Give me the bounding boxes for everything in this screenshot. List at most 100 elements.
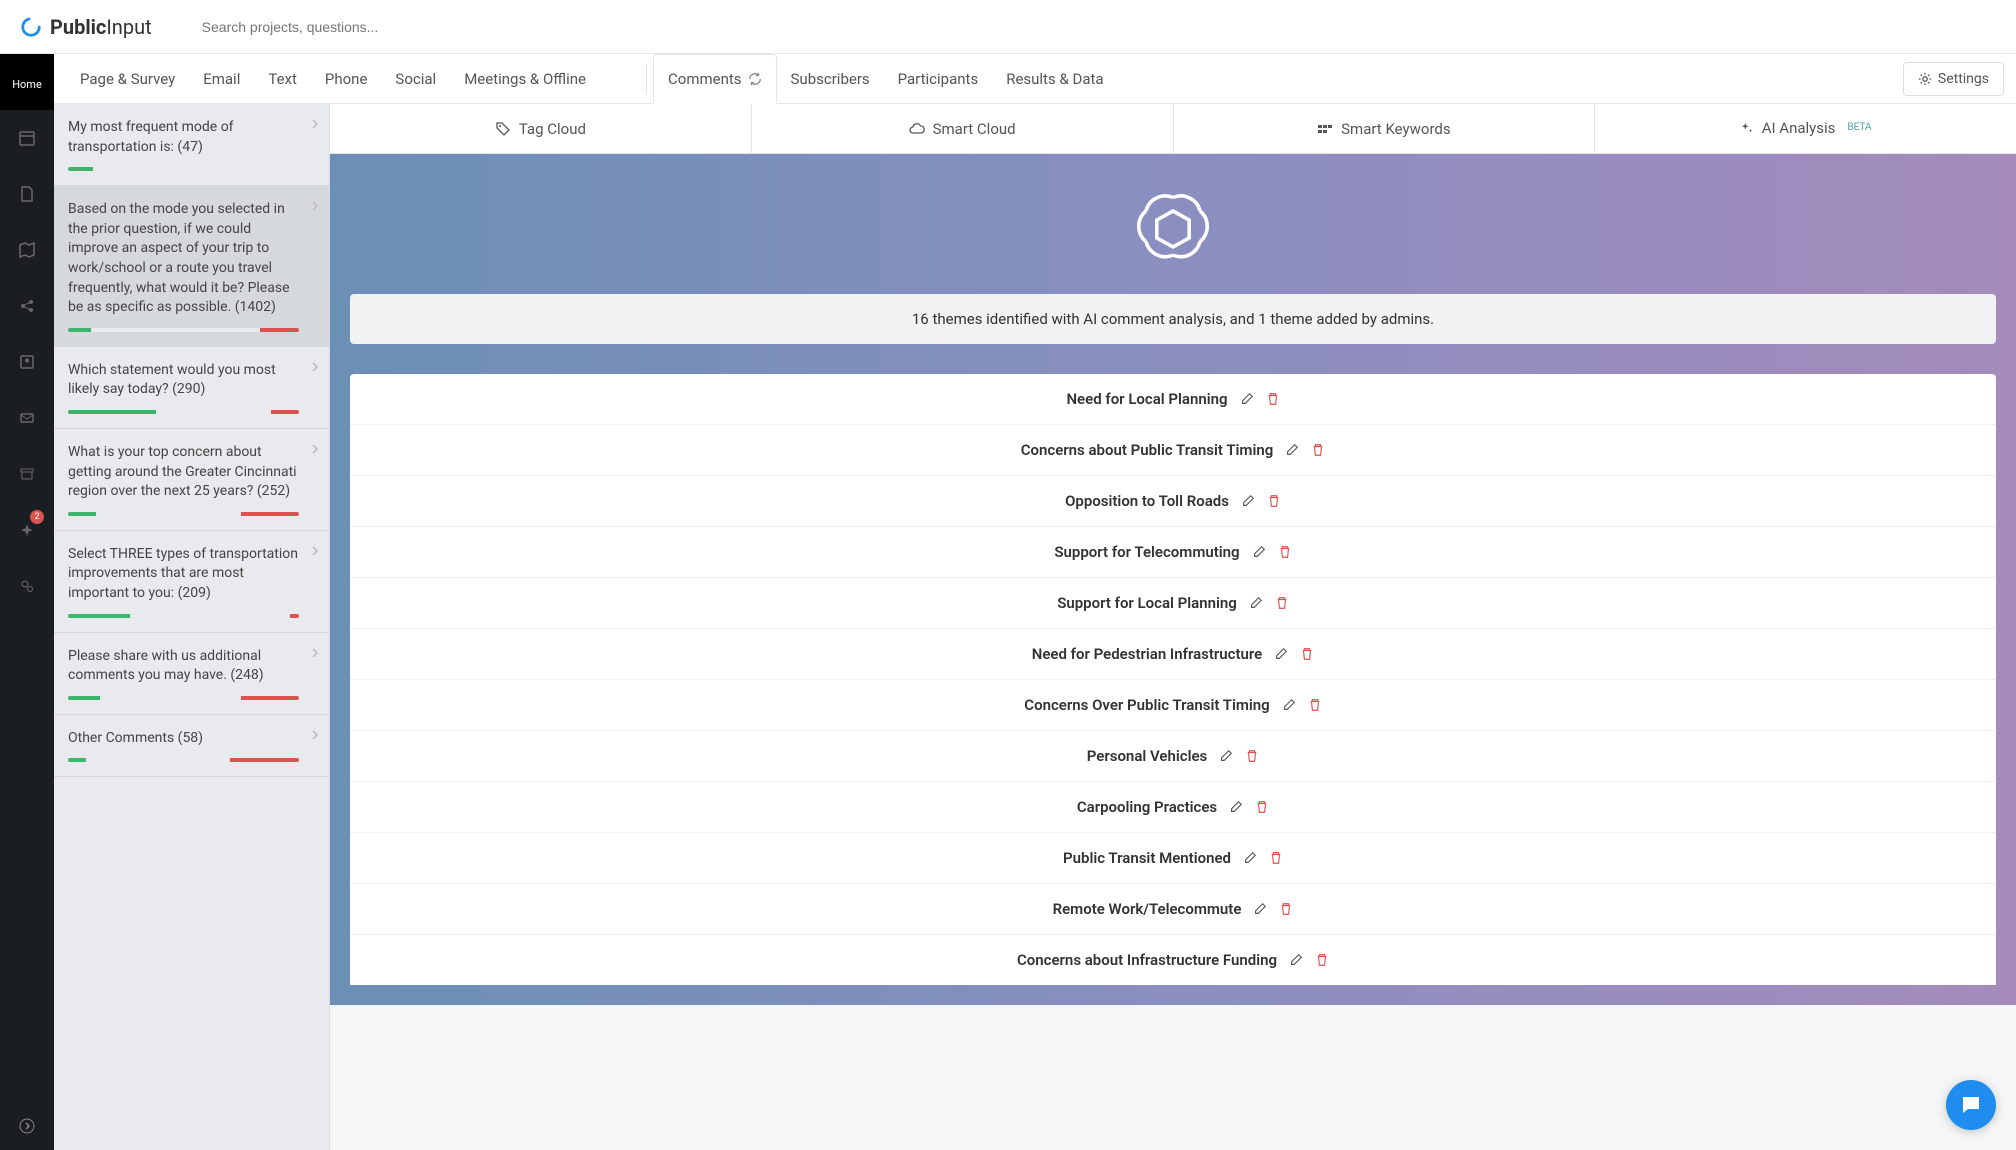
tab-page-survey[interactable]: Page & Survey	[66, 54, 189, 104]
rail-settings[interactable]	[0, 558, 54, 614]
delete-icon[interactable]	[1311, 443, 1325, 457]
sentiment-bar	[68, 614, 299, 618]
tab-results[interactable]: Results & Data	[992, 54, 1117, 104]
theme-row[interactable]: Support for Telecommuting	[350, 527, 1996, 578]
question-item[interactable]: What is your top concern about getting a…	[54, 429, 329, 531]
calendar-icon	[19, 130, 35, 146]
edit-icon[interactable]	[1243, 851, 1257, 865]
delete-icon[interactable]	[1279, 902, 1293, 916]
tags-icon	[495, 121, 511, 137]
tabs-row: Page & Survey Email Text Phone Social Me…	[54, 54, 2016, 104]
subtab-aianalysis[interactable]: AI Analysis BETA	[1595, 104, 2016, 153]
delete-icon[interactable]	[1278, 545, 1292, 559]
theme-row[interactable]: Need for Pedestrian Infrastructure	[350, 629, 1996, 680]
edit-icon[interactable]	[1241, 494, 1255, 508]
subtab-tagcloud[interactable]: Tag Cloud	[330, 104, 752, 153]
edit-icon[interactable]	[1249, 596, 1263, 610]
rail-contacts[interactable]	[0, 334, 54, 390]
tab-phone[interactable]: Phone	[311, 54, 382, 104]
edit-icon[interactable]	[1289, 953, 1303, 967]
rail-document[interactable]	[0, 166, 54, 222]
rail-sparkle[interactable]: 2	[0, 502, 54, 558]
themes-container: Need for Local PlanningConcerns about Pu…	[330, 374, 2016, 1005]
theme-label: Support for Telecommuting	[1054, 543, 1239, 561]
gears-icon	[19, 578, 35, 594]
delete-icon[interactable]	[1245, 749, 1259, 763]
tab-email[interactable]: Email	[189, 54, 254, 104]
edit-icon[interactable]	[1274, 647, 1288, 661]
edit-icon[interactable]	[1229, 800, 1243, 814]
question-text: Other Comments (58)	[68, 729, 299, 749]
settings-label: Settings	[1938, 71, 1989, 87]
theme-row[interactable]: Concerns about Public Transit Timing	[350, 425, 1996, 476]
theme-row[interactable]: Concerns Over Public Transit Timing	[350, 680, 1996, 731]
tab-text[interactable]: Text	[254, 54, 311, 104]
rail-inbox[interactable]	[0, 390, 54, 446]
subtabs-row: Tag Cloud Smart Cloud Smart Keywords AI …	[330, 104, 2016, 154]
theme-row[interactable]: Remote Work/Telecommute	[350, 884, 1996, 935]
edit-icon[interactable]	[1219, 749, 1233, 763]
tab-social[interactable]: Social	[381, 54, 450, 104]
theme-row[interactable]: Personal Vehicles	[350, 731, 1996, 782]
chat-bubble[interactable]	[1946, 1080, 1996, 1130]
question-text: Please share with us additional comments…	[68, 647, 299, 686]
rail-archive[interactable]	[0, 446, 54, 502]
edit-icon[interactable]	[1285, 443, 1299, 457]
chevron-right-icon	[311, 545, 319, 557]
chevron-right-icon	[311, 200, 319, 212]
delete-icon[interactable]	[1300, 647, 1314, 661]
delete-icon[interactable]	[1269, 851, 1283, 865]
subtab-tagcloud-label: Tag Cloud	[519, 120, 586, 138]
archive-icon	[19, 466, 35, 482]
delete-icon[interactable]	[1308, 698, 1322, 712]
theme-label: Concerns about Infrastructure Funding	[1017, 951, 1277, 969]
subtab-smartcloud[interactable]: Smart Cloud	[752, 104, 1174, 153]
subtab-smartcloud-label: Smart Cloud	[933, 120, 1016, 138]
theme-card: Need for Local PlanningConcerns about Pu…	[350, 374, 1996, 985]
subtab-smartkeywords[interactable]: Smart Keywords	[1174, 104, 1596, 153]
content: Page & Survey Email Text Phone Social Me…	[54, 54, 2016, 1150]
keywords-icon	[1317, 121, 1333, 137]
edit-icon[interactable]	[1240, 392, 1254, 406]
delete-icon[interactable]	[1275, 596, 1289, 610]
settings-button[interactable]: Settings	[1903, 62, 2004, 96]
rail-calendar[interactable]	[0, 110, 54, 166]
chevron-right-icon	[311, 647, 319, 659]
edit-icon[interactable]	[1252, 545, 1266, 559]
tab-comments[interactable]: Comments	[653, 54, 777, 104]
tab-participants[interactable]: Participants	[884, 54, 993, 104]
search-input[interactable]	[202, 19, 502, 35]
question-item[interactable]: Based on the mode you selected in the pr…	[54, 186, 329, 347]
theme-row[interactable]: Support for Local Planning	[350, 578, 1996, 629]
delete-icon[interactable]	[1255, 800, 1269, 814]
sentiment-bar	[68, 696, 299, 700]
tab-meetings[interactable]: Meetings & Offline	[450, 54, 600, 104]
chevron-right-circle-icon	[19, 1118, 35, 1134]
theme-row[interactable]: Carpooling Practices	[350, 782, 1996, 833]
rail-home[interactable]: Home	[0, 54, 54, 110]
delete-icon[interactable]	[1266, 392, 1280, 406]
question-item[interactable]: Select THREE types of transportation imp…	[54, 531, 329, 633]
chevron-right-icon	[311, 443, 319, 455]
theme-row[interactable]: Need for Local Planning	[350, 374, 1996, 425]
theme-row[interactable]: Public Transit Mentioned	[350, 833, 1996, 884]
rail-share[interactable]	[0, 278, 54, 334]
topbar: PublicInput	[0, 0, 2016, 54]
edit-icon[interactable]	[1253, 902, 1267, 916]
theme-label: Remote Work/Telecommute	[1053, 900, 1242, 918]
tab-subscribers[interactable]: Subscribers	[777, 54, 884, 104]
theme-row[interactable]: Opposition to Toll Roads	[350, 476, 1996, 527]
delete-icon[interactable]	[1267, 494, 1281, 508]
logo[interactable]: PublicInput	[20, 15, 152, 39]
question-item[interactable]: My most frequent mode of transportation …	[54, 104, 329, 186]
theme-row[interactable]: Concerns about Infrastructure Funding	[350, 935, 1996, 985]
delete-icon[interactable]	[1315, 953, 1329, 967]
theme-label: Carpooling Practices	[1077, 798, 1217, 816]
question-item[interactable]: Please share with us additional comments…	[54, 633, 329, 715]
rail-map[interactable]	[0, 222, 54, 278]
question-item[interactable]: Other Comments (58)	[54, 715, 329, 778]
edit-icon[interactable]	[1282, 698, 1296, 712]
rail-expand[interactable]	[0, 1102, 54, 1150]
question-item[interactable]: Which statement would you most likely sa…	[54, 347, 329, 429]
map-icon	[19, 242, 35, 258]
